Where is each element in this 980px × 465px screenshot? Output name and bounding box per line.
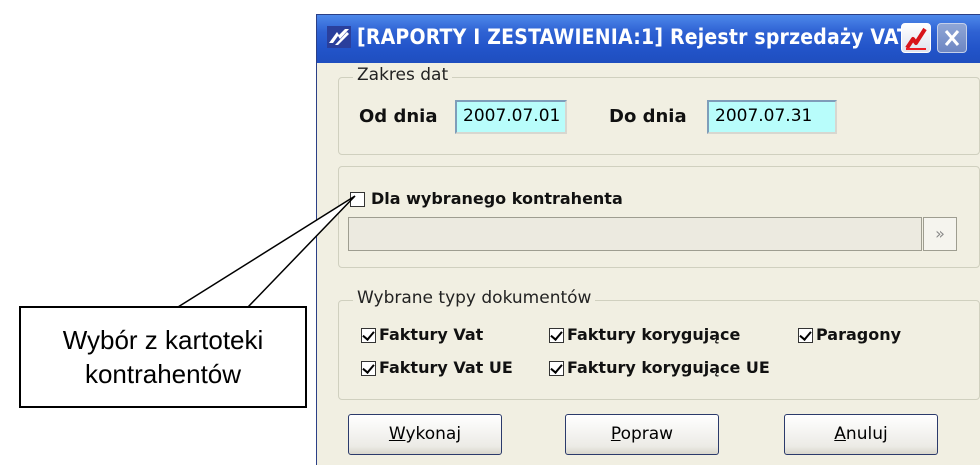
callout-box: Wybór z kartoteki kontrahentów (19, 306, 307, 408)
doc-type-checkbox[interactable] (549, 361, 564, 376)
report-dialog: [RAPORTY I ZESTAWIENIA:1] Rejestr sprzed… (316, 14, 980, 465)
document-types-group: Wybrane typy dokumentów (338, 288, 980, 400)
correct-button[interactable]: Popraw (565, 414, 719, 455)
doc-type-checkbox[interactable] (549, 328, 564, 343)
doc-type-label[interactable]: Paragony (816, 325, 901, 344)
contractor-checkbox-label[interactable]: Dla wybranego kontrahenta (371, 189, 623, 208)
contractor-checkbox[interactable] (350, 192, 365, 207)
callout-text-line1: Wybór z kartoteki (62, 325, 264, 355)
doc-type-checkbox[interactable] (361, 328, 376, 343)
doc-type-checkbox[interactable] (798, 328, 813, 343)
callout-text-line2: kontrahentów (84, 359, 242, 389)
from-date-field[interactable]: 2007.07.01 (455, 100, 567, 134)
close-button[interactable] (937, 23, 967, 53)
app-logo-icon (327, 26, 351, 48)
contractor-browse-button[interactable]: » (923, 217, 957, 251)
to-date-field[interactable]: 2007.07.31 (707, 100, 837, 134)
doc-type-label[interactable]: Faktury korygujące (567, 325, 740, 344)
correct-hotkey: P (610, 424, 621, 444)
chart-icon (905, 27, 927, 50)
doc-type-label[interactable]: Faktury korygujące UE (567, 358, 770, 377)
cancel-label: nuluj (845, 424, 888, 444)
window-title: [RAPORTY I ZESTAWIENIA:1] Rejestr sprzed… (357, 25, 911, 49)
document-types-caption: Wybrane typy dokumentów (353, 288, 596, 308)
to-date-label: Do dnia (609, 106, 687, 127)
cancel-button[interactable]: Anuluj (784, 414, 938, 455)
close-icon (944, 30, 960, 46)
cancel-hotkey: A (834, 424, 846, 444)
execute-hotkey: W (388, 424, 406, 444)
from-date-label: Od dnia (359, 106, 438, 127)
title-bar[interactable]: [RAPORTY I ZESTAWIENIA:1] Rejestr sprzed… (317, 15, 980, 63)
correct-label: opraw (620, 424, 674, 444)
execute-label: ykonaj (405, 424, 462, 444)
doc-type-label[interactable]: Faktury Vat (379, 325, 483, 344)
contractor-field[interactable] (348, 217, 922, 251)
chart-button[interactable] (901, 23, 931, 53)
date-range-caption: Zakres dat (353, 65, 453, 85)
doc-type-checkbox[interactable] (361, 361, 376, 376)
doc-type-label[interactable]: Faktury Vat UE (379, 358, 513, 377)
execute-button[interactable]: Wykonaj (348, 414, 502, 455)
